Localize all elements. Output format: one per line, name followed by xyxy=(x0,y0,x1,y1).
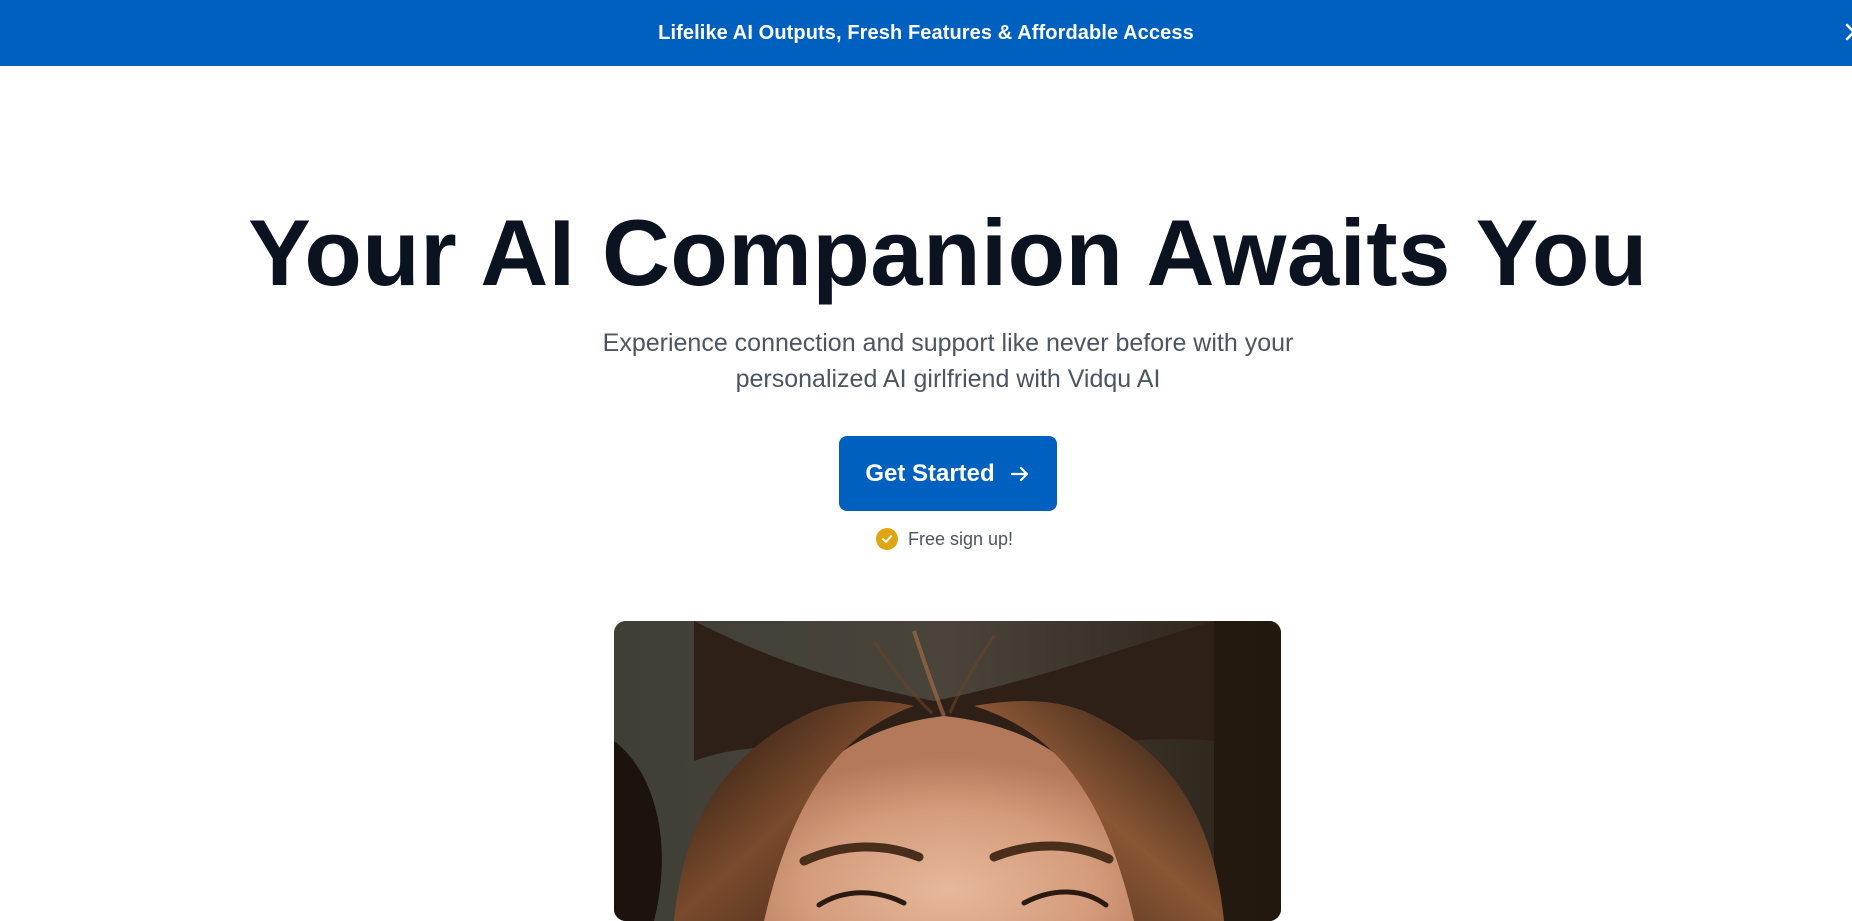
hero-subtitle: Experience connection and support like n… xyxy=(0,325,1852,397)
close-icon[interactable] xyxy=(1842,20,1852,44)
arrow-right-icon xyxy=(1009,463,1031,485)
promo-banner-text: Lifelike AI Outputs, Fresh Features & Af… xyxy=(658,21,1194,44)
free-signup-text: Free sign up! xyxy=(908,528,1014,549)
hero-title: Your AI Companion Awaits You xyxy=(248,200,1648,305)
hero-portrait-image xyxy=(614,621,1281,921)
check-circle-icon xyxy=(876,528,898,550)
hero-subtitle-line-2: personalized AI girlfriend with Vidqu AI xyxy=(735,365,1161,393)
free-signup-note: Free sign up! xyxy=(876,526,1013,552)
hero-subtitle-line-1: Experience connection and support like n… xyxy=(602,329,1294,357)
promo-banner: Lifelike AI Outputs, Fresh Features & Af… xyxy=(0,0,1852,66)
get-started-button[interactable]: Get Started xyxy=(839,436,1057,511)
get-started-label: Get Started xyxy=(865,459,995,487)
